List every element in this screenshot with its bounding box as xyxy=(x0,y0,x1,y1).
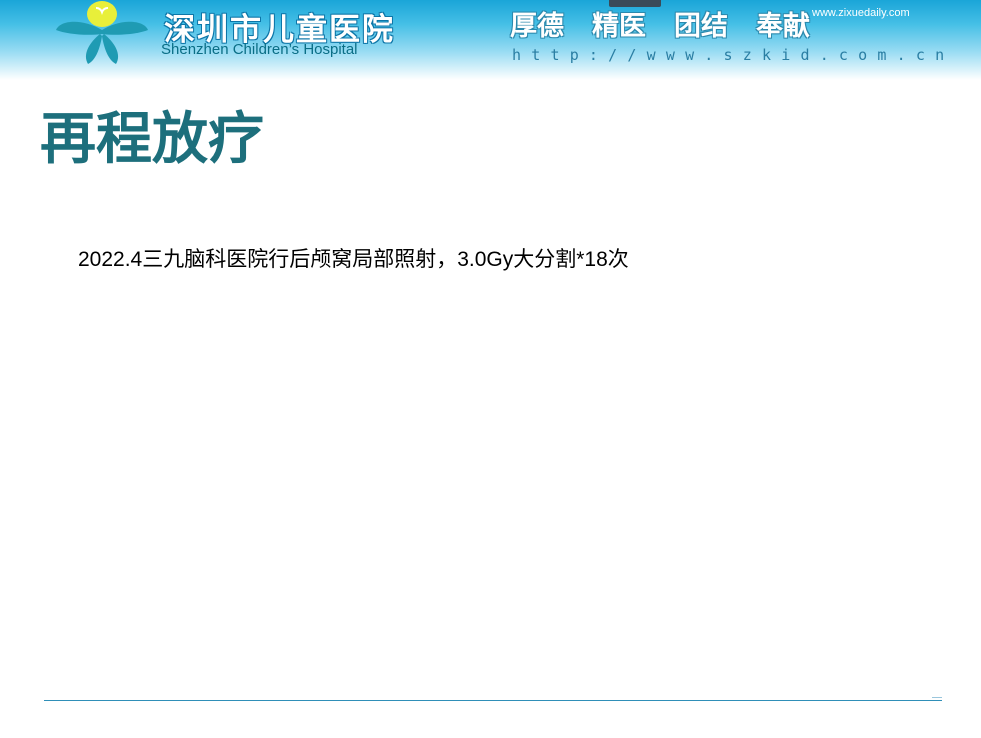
children-hospital-logo-icon xyxy=(56,1,148,64)
slogan-word: 厚德 xyxy=(510,11,564,42)
slide-body-text: 2022.4三九脑科医院行后颅窝局部照射，3.0Gy大分割*18次 xyxy=(78,248,629,271)
footer-divider-accent xyxy=(932,697,942,698)
slogan-word: 团结 xyxy=(674,11,728,42)
watermark-text: www.zixuedaily.com xyxy=(812,7,910,19)
hospital-name-en: Shenzhen Children’s Hospital xyxy=(161,41,358,58)
hospital-url: http://www.szkid.com.cn xyxy=(512,46,955,64)
slogan-word: 奉献 xyxy=(756,11,810,42)
slide-header-banner: 深圳市儿童医院 Shenzhen Children’s Hospital 厚德精… xyxy=(0,0,981,80)
hospital-slogan: 厚德 精医 团结 奉献 xyxy=(510,4,838,43)
footer-divider xyxy=(44,700,942,701)
slide-title: 再程放疗 xyxy=(40,107,264,172)
slogan-word: 精医 xyxy=(592,11,646,42)
